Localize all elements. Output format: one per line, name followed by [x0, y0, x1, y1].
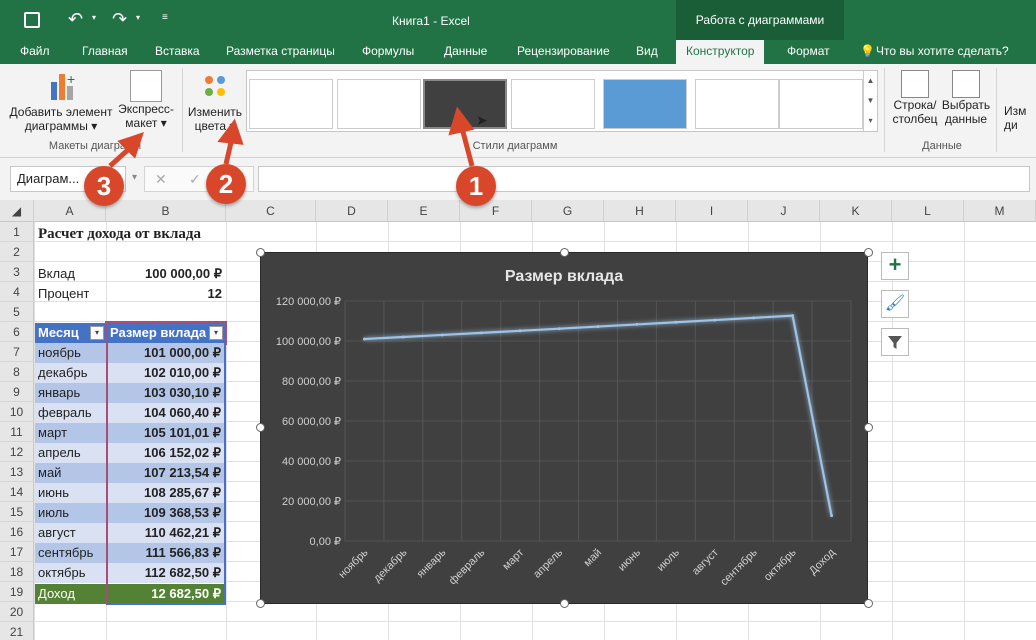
data-point[interactable]	[362, 337, 366, 341]
x-tick-label: февраль	[447, 546, 488, 587]
y-tick-label: 0,00 ₽	[310, 536, 341, 548]
y-tick-label: 100 000,00 ₽	[276, 336, 341, 348]
y-tick-label: 40 000,00 ₽	[282, 456, 341, 468]
deposit-value[interactable]: 100 000,00 ₽	[106, 264, 222, 284]
line-chart: Размер вклада 0,00 ₽ 20 000,00 ₽ 40 000,00…	[276, 268, 852, 588]
data-point[interactable]	[596, 325, 600, 329]
income-label[interactable]: Доход	[38, 584, 75, 604]
x-tick-label: октябрь	[762, 546, 799, 583]
series-line[interactable]	[364, 314, 833, 516]
row-header[interactable]: 3	[0, 262, 34, 282]
row-header[interactable]: 14	[0, 482, 34, 502]
data-point[interactable]	[557, 327, 561, 331]
x-tick-label: сентябрь	[718, 546, 760, 588]
row-header[interactable]: 11	[0, 422, 34, 442]
y-tick-label: 120 000,00 ₽	[276, 296, 341, 308]
month-cell[interactable]: июнь	[35, 483, 106, 503]
grid-column-line	[226, 222, 227, 640]
y-tick-label: 60 000,00 ₽	[282, 416, 341, 428]
row-header[interactable]: 20	[0, 602, 34, 622]
grid-column-line	[964, 222, 965, 640]
data-point[interactable]	[479, 331, 483, 335]
grid-row-line	[34, 621, 1036, 622]
sheet-title: Расчет дохода от вклада	[38, 226, 201, 242]
month-cell[interactable]: февраль	[35, 403, 106, 423]
data-point[interactable]	[635, 322, 639, 326]
row-header[interactable]: 16	[0, 522, 34, 542]
data-point[interactable]	[830, 514, 834, 518]
month-cell[interactable]: октябрь	[35, 563, 106, 583]
month-cell[interactable]: декабрь	[35, 363, 106, 383]
data-point[interactable]	[518, 329, 522, 333]
x-tick-label: август	[690, 547, 721, 578]
data-point[interactable]	[791, 314, 795, 318]
filter-dropdown-icon[interactable]: ▾	[209, 326, 223, 340]
chart-area[interactable]: Размер вклада 0,00 ₽ 20 000,00 ₽ 40 000,00…	[260, 252, 868, 604]
chart-title[interactable]: Размер вклада	[505, 268, 623, 285]
chart-filters-funnel-icon[interactable]	[881, 328, 909, 356]
row-header[interactable]: 19	[0, 582, 34, 602]
chart-styles-brush-icon[interactable]: 🖌	[881, 290, 909, 318]
month-cell[interactable]: май	[35, 463, 106, 483]
month-cell[interactable]: сентябрь	[35, 543, 106, 563]
row-header[interactable]: 10	[0, 402, 34, 422]
filter-dropdown-icon[interactable]: ▾	[90, 326, 104, 340]
x-tick-label: апрель	[531, 546, 565, 580]
data-point[interactable]	[674, 320, 678, 324]
header-month[interactable]: Месяц ▾	[35, 323, 106, 343]
row-header[interactable]: 15	[0, 502, 34, 522]
header-size-label: Размер вклада	[110, 325, 207, 340]
deposit-label[interactable]: Вклад	[38, 264, 75, 284]
data-range-highlight	[106, 343, 226, 605]
resize-handle[interactable]	[256, 423, 265, 432]
data-point[interactable]	[752, 316, 756, 320]
row-header[interactable]: 6	[0, 322, 34, 342]
percent-value[interactable]: 12	[106, 284, 222, 304]
resize-handle[interactable]	[256, 248, 265, 257]
row-header[interactable]: 9	[0, 382, 34, 402]
y-tick-label: 80 000,00 ₽	[282, 376, 341, 388]
month-cell[interactable]: апрель	[35, 443, 106, 463]
row-header[interactable]: 5	[0, 302, 34, 322]
row-header[interactable]: 13	[0, 462, 34, 482]
x-tick-label: январь	[415, 546, 449, 580]
month-cell[interactable]: ноябрь	[35, 343, 106, 363]
data-point[interactable]	[401, 335, 405, 339]
x-tick-label: ноябрь	[336, 546, 370, 580]
row-header[interactable]: 18	[0, 562, 34, 582]
month-cell[interactable]: июль	[35, 503, 106, 523]
row-header[interactable]: 4	[0, 282, 34, 302]
resize-handle[interactable]	[560, 599, 569, 608]
resize-handle[interactable]	[256, 599, 265, 608]
row-header[interactable]: 2	[0, 242, 34, 262]
chart-elements-plus-icon[interactable]: +	[881, 252, 909, 280]
month-cell[interactable]: январь	[35, 383, 106, 403]
resize-handle[interactable]	[864, 599, 873, 608]
month-cell[interactable]: август	[35, 523, 106, 543]
x-tick-label: март	[500, 547, 526, 573]
row-header[interactable]: 8	[0, 362, 34, 382]
percent-label[interactable]: Процент	[38, 284, 89, 304]
month-cell[interactable]: март	[35, 423, 106, 443]
row-header[interactable]: 17	[0, 542, 34, 562]
funnel-shape	[888, 336, 902, 349]
x-tick-label: июнь	[616, 546, 643, 573]
row-header[interactable]: 7	[0, 342, 34, 362]
row-header[interactable]: 1	[0, 222, 34, 242]
x-tick-label: декабрь	[371, 546, 409, 584]
resize-handle[interactable]	[864, 248, 873, 257]
row-header[interactable]: 12	[0, 442, 34, 462]
x-tick-label: май	[582, 547, 605, 570]
data-point[interactable]	[713, 318, 717, 322]
x-tick-label: Доход	[807, 546, 838, 577]
resize-handle[interactable]	[864, 423, 873, 432]
x-tick-label: июль	[655, 546, 682, 573]
header-size[interactable]: Размер вклада ▾	[105, 321, 227, 345]
y-tick-label: 20 000,00 ₽	[282, 496, 341, 508]
data-point[interactable]	[440, 333, 444, 337]
grid-column-line	[892, 222, 893, 640]
row-header[interactable]: 21	[0, 622, 34, 640]
resize-handle[interactable]	[560, 248, 569, 257]
header-month-label: Месяц	[38, 325, 79, 340]
